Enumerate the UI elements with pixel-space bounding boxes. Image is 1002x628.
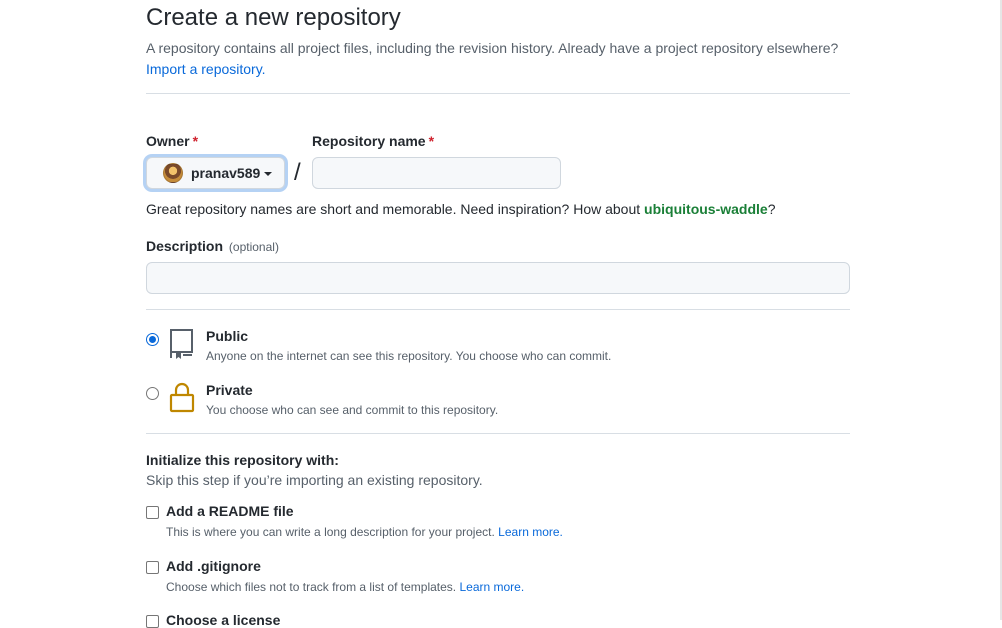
- private-title: Private: [206, 382, 253, 398]
- owner-label: Owner *: [146, 133, 198, 149]
- optional-tag: (optional): [228, 240, 279, 254]
- page-subtitle: A repository contains all project files,…: [146, 38, 866, 80]
- repo-name-label-text: Repository name: [312, 133, 426, 149]
- repo-name-hint: Great repository names are short and mem…: [146, 201, 776, 217]
- private-description: You choose who can see and commit to thi…: [206, 403, 499, 417]
- description-label-text: Description: [146, 238, 224, 254]
- private-radio[interactable]: [146, 387, 159, 400]
- gitignore-description: Choose which files not to track from a l…: [166, 580, 524, 594]
- avatar: [163, 163, 183, 183]
- init-section-subtitle: Skip this step if you’re importing an ex…: [146, 472, 483, 488]
- import-repository-link[interactable]: Import a repository.: [146, 61, 266, 77]
- required-mark: *: [192, 133, 199, 149]
- subtitle-text: A repository contains all project files,…: [146, 40, 839, 56]
- hint-suffix: ?: [767, 201, 776, 217]
- required-mark: *: [428, 133, 435, 149]
- readme-title: Add a README file: [166, 503, 294, 519]
- license-checkbox[interactable]: [146, 615, 159, 628]
- divider: [146, 433, 850, 434]
- gitignore-checkbox[interactable]: [146, 561, 159, 574]
- public-description: Anyone on the internet can see this repo…: [206, 349, 612, 363]
- repo-icon: [170, 329, 193, 359]
- owner-label-text: Owner: [146, 133, 190, 149]
- caret-down-icon: [264, 172, 273, 176]
- public-radio[interactable]: [146, 333, 159, 346]
- readme-description: This is where you can write a long descr…: [166, 525, 563, 539]
- repo-name-input[interactable]: [312, 157, 561, 189]
- public-title: Public: [206, 328, 249, 344]
- owner-dropdown[interactable]: pranav589: [146, 157, 285, 189]
- divider: [146, 93, 850, 94]
- description-label: Description (optional): [146, 238, 279, 254]
- owner-name: pranav589: [191, 165, 261, 181]
- license-title: Choose a license: [166, 612, 281, 628]
- readme-learn-more-link[interactable]: Learn more.: [498, 525, 563, 539]
- gitignore-description-text: Choose which files not to track from a l…: [166, 580, 457, 594]
- owner-repo-separator: /: [294, 159, 301, 186]
- divider: [146, 309, 850, 310]
- hint-text: Great repository names are short and mem…: [146, 201, 645, 217]
- suggested-name[interactable]: ubiquitous-waddle: [644, 201, 768, 217]
- readme-description-text: This is where you can write a long descr…: [166, 525, 495, 539]
- readme-checkbox[interactable]: [146, 506, 159, 519]
- lock-icon: [169, 382, 195, 413]
- description-input[interactable]: [146, 262, 850, 294]
- gitignore-title: Add .gitignore: [166, 558, 261, 574]
- gitignore-learn-more-link[interactable]: Learn more.: [459, 580, 524, 594]
- repo-name-label: Repository name *: [312, 133, 434, 149]
- init-section-title: Initialize this repository with:: [146, 452, 339, 468]
- page-title: Create a new repository: [146, 4, 401, 31]
